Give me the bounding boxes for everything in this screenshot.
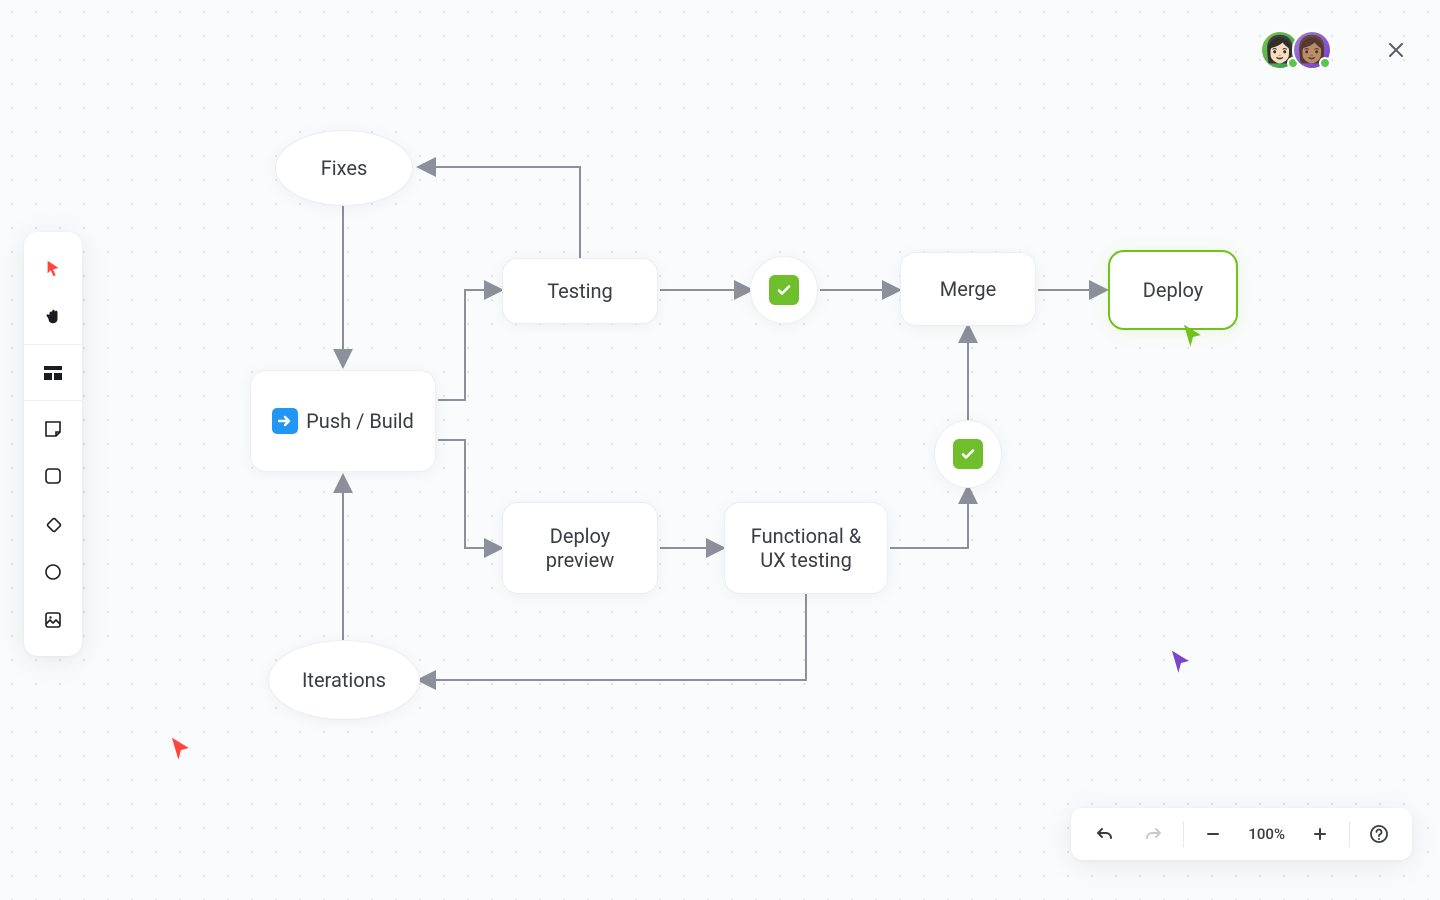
node-check-2[interactable]	[934, 420, 1002, 488]
node-label-line-1: Deploy	[550, 524, 611, 548]
cursor-icon	[168, 735, 194, 761]
node-deploy[interactable]: Deploy	[1108, 250, 1238, 330]
zoom-out-button[interactable]	[1188, 808, 1238, 860]
node-label-line-1: Functional &	[751, 524, 861, 548]
node-label: Merge	[940, 277, 997, 301]
arrow-right-icon	[272, 408, 298, 434]
node-fixes[interactable]: Fixes	[275, 130, 413, 206]
node-label: Testing	[547, 279, 613, 303]
node-functional-ux[interactable]: Functional & UX testing	[724, 502, 888, 594]
node-push-build[interactable]: Push / Build	[250, 370, 436, 472]
collaborator-cursor-red	[168, 735, 194, 761]
zoom-in-button[interactable]	[1295, 808, 1345, 860]
plus-icon	[1312, 826, 1328, 842]
collaborator-cursor-purple	[1168, 648, 1194, 674]
check-icon	[953, 439, 983, 469]
node-label: Push / Build	[306, 409, 414, 433]
minus-icon	[1205, 826, 1221, 842]
node-testing[interactable]: Testing	[502, 258, 658, 324]
node-check-1[interactable]	[750, 256, 818, 324]
connection-lines	[0, 0, 1440, 900]
cursor-icon	[1168, 648, 1194, 674]
node-label-line-2: UX testing	[760, 548, 852, 572]
canvas[interactable]: Fixes Push / Build Testing Merge Deploy …	[0, 0, 1440, 900]
node-iterations[interactable]: Iterations	[268, 640, 420, 720]
help-button[interactable]	[1354, 808, 1404, 860]
bottom-toolbar: 100%	[1071, 808, 1412, 860]
separator	[1183, 821, 1184, 847]
node-merge[interactable]: Merge	[900, 252, 1036, 326]
collaborator-cursor-green	[1180, 322, 1206, 348]
node-label: Iterations	[302, 668, 386, 692]
node-label-line-2: preview	[546, 548, 615, 572]
undo-button[interactable]	[1079, 808, 1129, 860]
node-label: Fixes	[321, 156, 368, 180]
node-label: Deploy	[1143, 278, 1204, 302]
zoom-level[interactable]: 100%	[1238, 825, 1295, 843]
redo-icon	[1144, 825, 1164, 843]
separator	[1349, 821, 1350, 847]
node-deploy-preview[interactable]: Deploy preview	[502, 502, 658, 594]
undo-icon	[1094, 825, 1114, 843]
redo-button[interactable]	[1129, 808, 1179, 860]
help-icon	[1369, 824, 1389, 844]
cursor-icon	[1180, 322, 1206, 348]
check-icon	[769, 275, 799, 305]
